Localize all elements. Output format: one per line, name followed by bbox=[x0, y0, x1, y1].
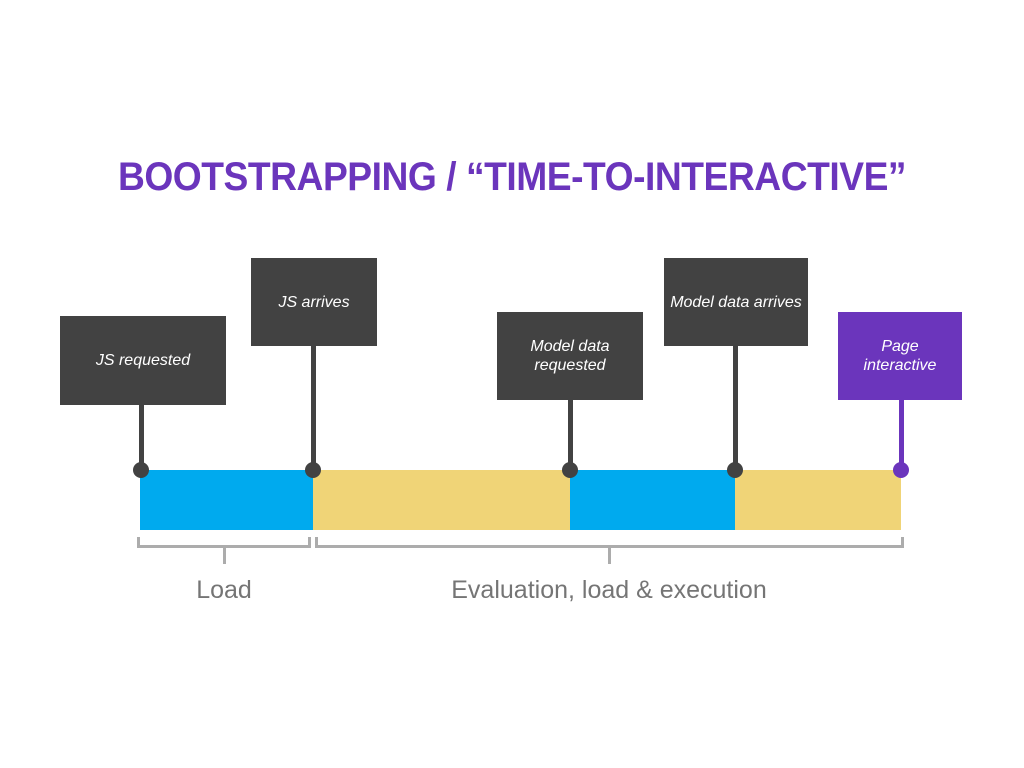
timeline-segment-js-evaluation bbox=[313, 470, 570, 530]
page-title: BOOTSTRAPPING / “TIME-TO-INTERACTIVE” bbox=[117, 155, 907, 199]
callout-model-data-arrives[interactable]: Model data arrives bbox=[664, 258, 808, 346]
phase-bracket-load bbox=[137, 537, 311, 548]
connector-dot-model-data-arrives bbox=[727, 462, 743, 478]
connector-stem-page-interactive bbox=[899, 400, 904, 467]
callout-label: Model data arrives bbox=[670, 293, 802, 311]
timeline-segment-js-load bbox=[140, 470, 313, 530]
connector-stem-model-data-requested bbox=[568, 400, 573, 467]
callout-label: Page interactive bbox=[863, 338, 937, 374]
connector-stem-js-requested bbox=[139, 405, 144, 467]
timeline-segment-model-data-fetch bbox=[570, 470, 735, 530]
callout-model-data-requested[interactable]: Model data requested bbox=[497, 312, 643, 400]
phase-bracket-evaluation-load-execution bbox=[315, 537, 904, 548]
phase-label-evaluation-load-execution: Evaluation, load & execution bbox=[451, 576, 767, 604]
callout-label: JS arrives bbox=[278, 293, 350, 311]
callout-label: Model data requested bbox=[530, 338, 610, 374]
connector-stem-js-arrives bbox=[311, 346, 316, 467]
callout-js-requested[interactable]: JS requested bbox=[60, 316, 226, 405]
timeline-segment-model-data-processing bbox=[735, 470, 901, 530]
connector-dot-js-arrives bbox=[305, 462, 321, 478]
phase-bracket-stem-evaluation-load-execution bbox=[608, 548, 611, 564]
connector-dot-model-data-requested bbox=[562, 462, 578, 478]
phase-bracket-stem-load bbox=[223, 548, 226, 564]
callout-page-interactive[interactable]: Page interactive bbox=[838, 312, 962, 400]
connector-dot-page-interactive bbox=[893, 462, 909, 478]
callout-js-arrives[interactable]: JS arrives bbox=[251, 258, 377, 346]
callout-label: JS requested bbox=[95, 352, 191, 369]
diagram-canvas: BOOTSTRAPPING / “TIME-TO-INTERACTIVE” JS… bbox=[0, 0, 1024, 768]
connector-stem-model-data-arrives bbox=[733, 346, 738, 467]
connector-dot-js-requested bbox=[133, 462, 149, 478]
